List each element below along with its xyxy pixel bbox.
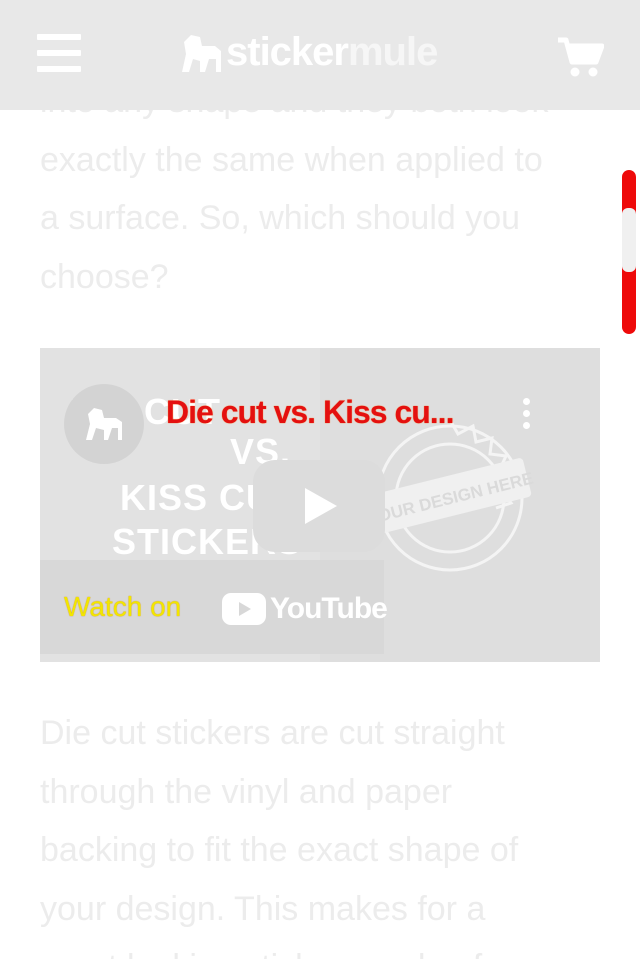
intro-line: exactly the same when applied to [40, 140, 543, 179]
die-cut-paragraph: Die cut stickers are cut straight throug… [40, 704, 600, 959]
shopping-cart-icon[interactable] [556, 36, 605, 78]
scrollbar-thumb[interactable] [622, 208, 636, 272]
horse-logo-icon [182, 35, 221, 72]
horse-icon [86, 408, 122, 440]
hamburger-menu-icon[interactable] [37, 34, 81, 72]
play-button[interactable] [253, 460, 385, 552]
youtube-logo[interactable]: YouTube [222, 592, 388, 626]
watch-on-label: Watch on [64, 591, 182, 622]
site-header: stickermule [0, 0, 640, 110]
intro-line: a surface. So, which should you [40, 199, 521, 237]
video-title[interactable]: Die cut vs. Kiss cu... [166, 391, 454, 433]
intro-line: choose? [40, 257, 169, 296]
logo-word-mule: mule [347, 30, 438, 74]
body-line: backing to fit the exact shape of [40, 831, 519, 869]
body-line: through the vinyl and paper [40, 772, 453, 811]
scrollbar-track[interactable] [622, 170, 636, 334]
play-icon [305, 488, 337, 524]
youtube-play-icon [222, 593, 266, 625]
logo-wordmark: stickermule [226, 30, 438, 74]
youtube-wordmark: YouTube [270, 592, 388, 625]
page: into any shape and they both look exactl… [0, 0, 640, 959]
body-line: Die cut stickers are cut straight [40, 714, 505, 752]
stickermule-logo[interactable]: stickermule [178, 30, 438, 74]
more-options-icon[interactable] [520, 398, 532, 432]
body-line: your design. This makes for a [40, 889, 486, 928]
cart-glyph [558, 37, 605, 77]
channel-avatar[interactable] [64, 384, 144, 464]
logo-word-sticker: sticker [226, 30, 349, 74]
body-line: great looking sticker, made of [40, 938, 600, 959]
